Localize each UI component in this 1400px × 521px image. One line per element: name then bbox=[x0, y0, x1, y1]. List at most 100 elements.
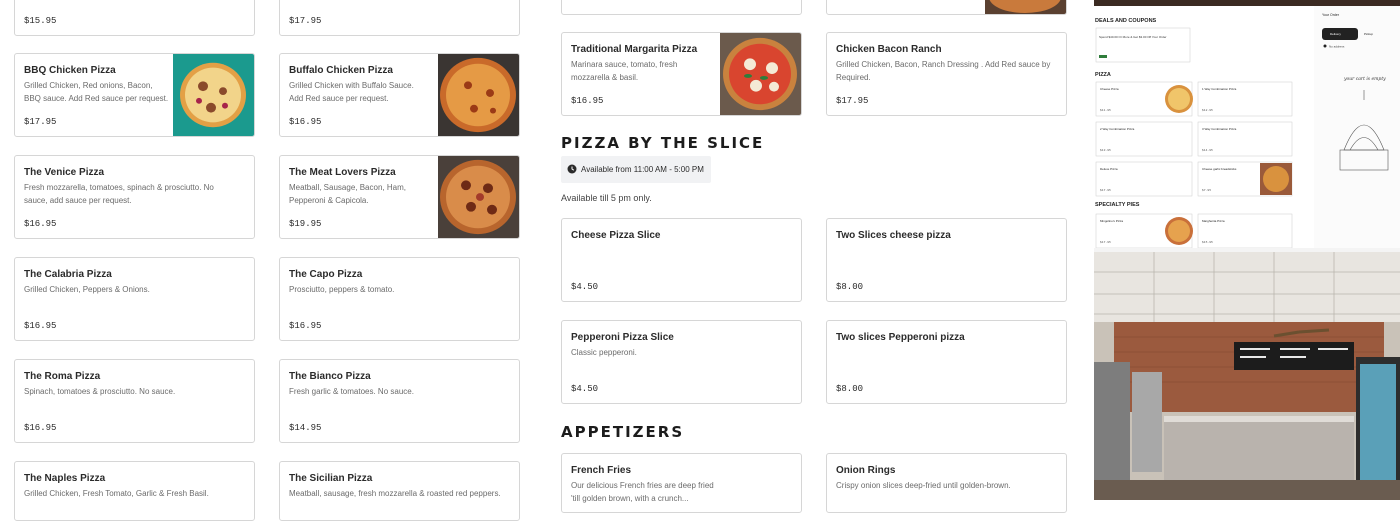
item-description: Classic pepperoni. bbox=[571, 348, 637, 357]
item-description: Grilled Chicken, Bacon, Ranch Dressing .… bbox=[836, 60, 1051, 82]
item-description: Grilled Chicken, Fresh Tomato, Garlic & … bbox=[24, 489, 209, 498]
item-name: The Meat Lovers Pizza bbox=[289, 167, 396, 178]
mini-item-price: $14.95 bbox=[1202, 148, 1213, 152]
availability-chip: Available from 11:00 AM - 5:00 PM bbox=[561, 156, 711, 183]
item-name: Chicken Bacon Ranch bbox=[836, 44, 942, 55]
section-heading-appetizers: APPETIZERS bbox=[561, 423, 685, 441]
menu-item-card[interactable]: Chicken Bacon Ranch Grilled Chicken, Bac… bbox=[826, 32, 1067, 116]
item-price: $16.95 bbox=[24, 321, 57, 331]
item-price: $4.50 bbox=[571, 282, 599, 292]
section-heading-pizza-by-the-slice: PIZZA BY THE SLICE bbox=[561, 134, 765, 152]
item-description: Crispy onion slices deep-fried until gol… bbox=[836, 481, 1011, 490]
item-price: $16.95 bbox=[289, 321, 322, 331]
restaurant-interior-photo[interactable] bbox=[1094, 252, 1400, 500]
item-price: $16.95 bbox=[289, 117, 322, 127]
item-price: $8.00 bbox=[836, 282, 864, 292]
mini-item-price: $12.95 bbox=[1202, 108, 1213, 112]
item-photo bbox=[985, 0, 1066, 14]
mini-item-price: $11.95 bbox=[1100, 108, 1111, 112]
mini-item-name: Margherita Pizza bbox=[1202, 219, 1225, 223]
deal-text: Spend $40.00 Or More & Get $3.00 Off You… bbox=[1099, 35, 1167, 39]
item-price: $19.95 bbox=[289, 219, 322, 229]
mini-item-name: Cheese garlic breadsticks bbox=[1202, 167, 1237, 171]
your-order-label: Your Order bbox=[1322, 13, 1340, 17]
item-description: Marinara sauce, tomato, fresh mozzarella… bbox=[571, 60, 678, 82]
mini-item-price: $13.95 bbox=[1100, 148, 1111, 152]
item-price: $15.95 bbox=[24, 16, 57, 26]
menu-item-card[interactable]: The Sicilian Pizza Meatball, sausage, fr… bbox=[279, 461, 520, 521]
menu-item-card[interactable]: Onion Rings Crispy onion slices deep-fri… bbox=[826, 453, 1067, 513]
item-name: Traditional Margarita Pizza bbox=[571, 44, 698, 55]
item-photo bbox=[438, 156, 519, 238]
item-photo bbox=[438, 54, 519, 136]
item-name: The Sicilian Pizza bbox=[289, 473, 373, 484]
deals-label: DEALS AND COUPONS bbox=[1095, 18, 1157, 24]
menu-item-card[interactable]: Pepperoni Pizza Slice Classic pepperoni.… bbox=[561, 320, 802, 404]
item-price: $16.95 bbox=[571, 96, 604, 106]
menu-item-card[interactable]: $17.95 bbox=[279, 0, 520, 36]
item-name: Pepperoni Pizza Slice bbox=[571, 332, 674, 343]
item-price: $17.95 bbox=[289, 16, 322, 26]
item-name: Two slices Pepperoni pizza bbox=[836, 332, 965, 343]
item-name: Cheese Pizza Slice bbox=[571, 230, 661, 241]
menu-item-card[interactable]: The Roma Pizza Spinach, tomatoes & prosc… bbox=[14, 359, 255, 443]
availability-text: Available from 11:00 AM - 5:00 PM bbox=[581, 165, 704, 174]
clock-icon bbox=[567, 164, 577, 174]
item-description: Grilled Chicken, Peppers & Onions. bbox=[24, 285, 150, 294]
mini-item-name: Mingolino's Pizza bbox=[1100, 219, 1123, 223]
menu-item-card[interactable]: BBQ Chicken Pizza Grilled Chicken, Red o… bbox=[14, 53, 255, 137]
menu-item-card[interactable] bbox=[826, 0, 1067, 15]
item-price: $16.95 bbox=[24, 219, 57, 229]
item-description: Spinach, tomatoes & prosciutto. No sauce… bbox=[24, 387, 176, 396]
menu-item-card[interactable]: The Meat Lovers Pizza Meatball, Sausage,… bbox=[279, 155, 520, 239]
menu-item-card[interactable]: The Venice Pizza Fresh mozzarella, tomat… bbox=[14, 155, 255, 239]
cart-empty-text: your cart is empty bbox=[1343, 76, 1386, 82]
menu-item-card[interactable]: Cheese Pizza Slice $4.50 bbox=[561, 218, 802, 302]
menu-item-card[interactable]: French Fries Our delicious French fries … bbox=[561, 453, 802, 513]
mini-item-name: 1 Way Combination Pizza bbox=[1202, 87, 1237, 91]
item-name: The Bianco Pizza bbox=[289, 371, 371, 382]
menu-item-card[interactable]: The Capo Pizza Prosciutto, peppers & tom… bbox=[279, 257, 520, 341]
item-name: The Naples Pizza bbox=[24, 473, 106, 484]
item-name: Buffalo Chicken Pizza bbox=[289, 65, 393, 76]
availability-note: Available till 5 pm only. bbox=[561, 193, 652, 203]
menu-item-card[interactable]: The Calabria Pizza Grilled Chicken, Pepp… bbox=[14, 257, 255, 341]
item-name: The Capo Pizza bbox=[289, 269, 363, 280]
item-price: $4.50 bbox=[571, 384, 599, 394]
menu-item-card[interactable] bbox=[561, 0, 802, 15]
item-name: French Fries bbox=[571, 465, 632, 476]
specialty-label: SPECIALTY PIES bbox=[1095, 202, 1140, 208]
item-name: BBQ Chicken Pizza bbox=[24, 65, 116, 76]
mini-item-price: $15.95 bbox=[1202, 240, 1213, 244]
item-description: Fresh mozzarella, tomatoes, spinach & pr… bbox=[24, 183, 214, 205]
item-price: $17.95 bbox=[836, 96, 869, 106]
item-name: The Venice Pizza bbox=[24, 167, 105, 178]
item-price: $8.00 bbox=[836, 384, 864, 394]
menu-item-card[interactable]: Buffalo Chicken Pizza Grilled Chicken wi… bbox=[279, 53, 520, 137]
item-description: Grilled Chicken, Red onions, Bacon, BBQ … bbox=[24, 81, 169, 103]
pizza-label: PIZZA bbox=[1095, 72, 1111, 78]
item-description: Meatball, Sausage, Bacon, Ham, Pepperoni… bbox=[289, 183, 406, 205]
menu-item-card[interactable]: Two slices Pepperoni pizza $8.00 bbox=[826, 320, 1067, 404]
item-photo bbox=[173, 54, 254, 136]
delivery-toggle: Delivery bbox=[1330, 32, 1341, 36]
menu-item-card[interactable]: Two Slices cheese pizza $8.00 bbox=[826, 218, 1067, 302]
item-description: Grilled Chicken with Buffalo Sauce. Add … bbox=[289, 81, 414, 103]
mini-item-price: $17.95 bbox=[1100, 188, 1111, 192]
menu-item-card[interactable]: Traditional Margarita Pizza Marinara sau… bbox=[561, 32, 802, 116]
item-name: Two Slices cheese pizza bbox=[836, 230, 951, 241]
item-price: $14.95 bbox=[289, 423, 322, 433]
menu-item-card[interactable]: $15.95 bbox=[14, 0, 255, 36]
menu-screenshot-photo[interactable]: DEALS AND COUPONS Spend $40.00 Or More &… bbox=[1094, 0, 1400, 248]
pickup-toggle: Pickup bbox=[1364, 32, 1373, 36]
mini-item-price: $17.95 bbox=[1100, 240, 1111, 244]
mini-item-name: Deluxe Pizza bbox=[1100, 167, 1118, 171]
no-address-text: No address bbox=[1329, 45, 1345, 49]
item-description: Prosciutto, peppers & tomato. bbox=[289, 285, 395, 294]
mini-item-price: $7.95 bbox=[1202, 188, 1211, 192]
menu-item-card[interactable]: The Naples Pizza Grilled Chicken, Fresh … bbox=[14, 461, 255, 521]
menu-item-card[interactable]: The Bianco Pizza Fresh garlic & tomatoes… bbox=[279, 359, 520, 443]
mini-item-name: Cheese Pizza bbox=[1100, 87, 1119, 91]
item-description: Meatball, sausage, fresh mozzarella & ro… bbox=[289, 489, 501, 498]
mini-item-name: 3 Way Combination Pizza bbox=[1202, 127, 1237, 131]
